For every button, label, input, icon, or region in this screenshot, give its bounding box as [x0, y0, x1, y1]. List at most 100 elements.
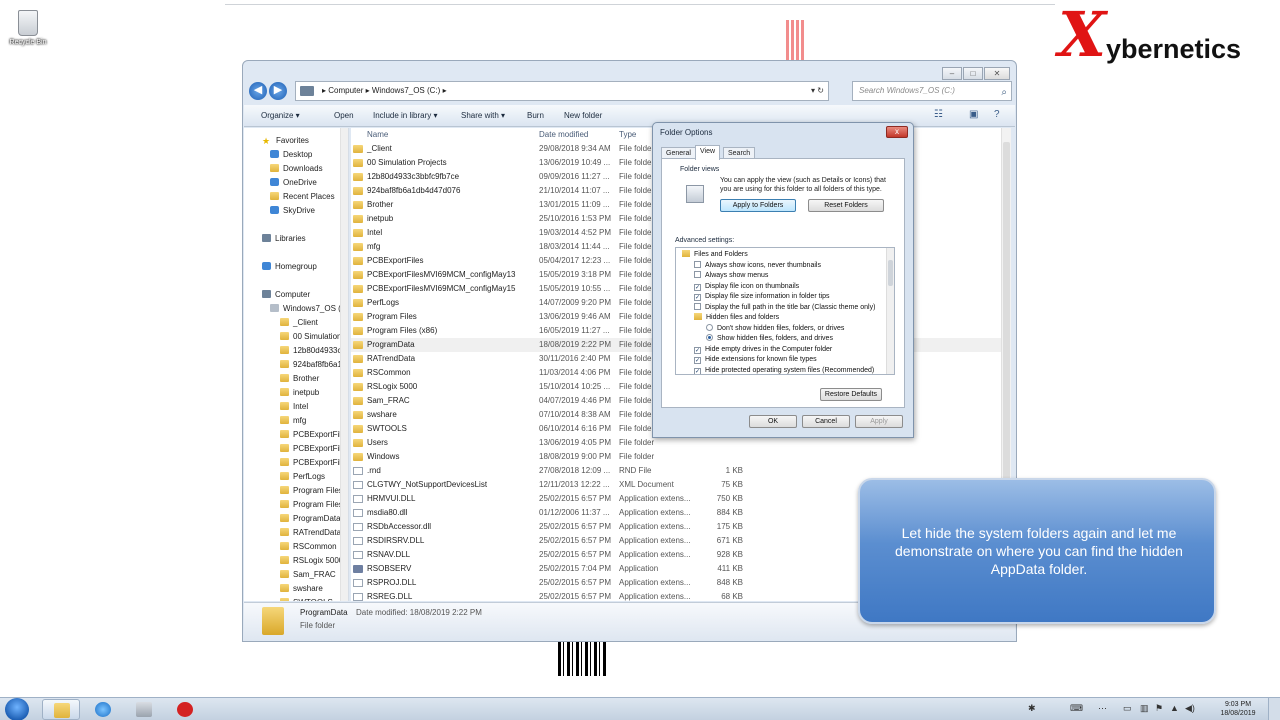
organize-button[interactable]: Organize ▾ [261, 111, 300, 120]
checkbox[interactable]: ✓ [694, 294, 701, 301]
tab-view[interactable]: View [695, 145, 721, 160]
nav-tree-item[interactable]: Sam_FRAC [280, 568, 336, 581]
setting-row[interactable]: ✓ Hide extensions for known file types [694, 355, 817, 365]
nav-tree-item[interactable]: PCBExportFiles [280, 442, 348, 455]
nav-libraries[interactable]: Libraries [262, 232, 306, 245]
nav-tree-item[interactable]: Program Files [280, 484, 343, 497]
radio-button[interactable] [706, 334, 713, 341]
apply-to-folders-button[interactable]: Apply to Folders [720, 199, 796, 212]
nav-tree-item[interactable]: swshare [280, 582, 323, 595]
recycle-bin[interactable]: Recycle Bin [6, 10, 50, 46]
taskbar-red-app[interactable] [166, 699, 204, 720]
dialog-close-button[interactable]: x [886, 126, 908, 138]
nav-homegroup[interactable]: Homegroup [262, 260, 317, 273]
settings-scroll-thumb[interactable] [888, 260, 893, 286]
file-row[interactable]: Windows 18/08/2019 9:00 PM File folder [351, 450, 1005, 464]
search-icon[interactable]: ⌕ [1001, 84, 1007, 102]
radio-button[interactable] [706, 323, 713, 331]
nav-tree-item[interactable]: 12b80d4933c3b [280, 344, 348, 357]
preview-pane-icon[interactable]: ▣ [969, 109, 978, 120]
nav-tree-item[interactable]: Intel [280, 400, 308, 413]
setting-row[interactable]: Show hidden files, folders, and drives [706, 334, 833, 344]
nav-skydrive[interactable]: SkyDrive [270, 204, 315, 217]
tray-app-icon[interactable]: ✱ [1028, 703, 1036, 714]
taskbar-internet-explorer[interactable] [84, 699, 122, 720]
checkbox[interactable] [694, 302, 701, 310]
taskbar-tool[interactable] [125, 699, 163, 720]
address-bar[interactable]: ▸ Computer ▸ Windows7_OS (C:) ▸ ▾ ↻ [295, 81, 829, 101]
tray-more-icon[interactable]: ⋯ [1098, 703, 1107, 714]
checkbox[interactable] [694, 260, 701, 268]
column-type[interactable]: Type [619, 130, 636, 139]
checkbox[interactable]: ✓ [694, 346, 701, 354]
search-input[interactable]: Search Windows7_OS (C:) ⌕ [852, 81, 1012, 101]
setting-row[interactable]: ✓ Display file icon on thumbnails [694, 282, 799, 292]
burn-button[interactable]: Burn [527, 111, 544, 120]
taskbar-explorer[interactable] [42, 699, 80, 720]
nav-tree-item[interactable]: PerfLogs [280, 470, 325, 483]
file-row[interactable]: Users 13/06/2019 4:05 PM File folder [351, 436, 1005, 450]
nav-computer[interactable]: Computer [262, 288, 310, 301]
tray-usb-icon[interactable]: ▭ [1123, 703, 1132, 714]
tray-keyboard-icon[interactable]: ⌨ [1070, 703, 1083, 714]
nav-tree-item[interactable]: 924baf8fb6a1d [280, 358, 346, 371]
tray-network-icon[interactable]: ▥ [1140, 703, 1149, 714]
checkbox[interactable] [694, 271, 701, 278]
setting-row[interactable]: Always show menus [694, 271, 768, 281]
cancel-button[interactable]: Cancel [802, 415, 850, 428]
setting-row[interactable]: Always show icons, never thumbnails [694, 260, 821, 271]
nav-tree-item[interactable]: PCBExportFiles [280, 456, 348, 469]
new-folder-button[interactable]: New folder [564, 111, 602, 120]
tray-flag-icon[interactable]: ⚑ [1155, 703, 1163, 714]
checkbox[interactable]: ✓ [694, 357, 701, 364]
nav-drive[interactable]: Windows7_OS (C [270, 302, 347, 315]
nav-favorites[interactable]: ★ Favorites [262, 134, 309, 147]
nav-tree-item[interactable]: _Client [280, 316, 318, 329]
settings-scrollbar[interactable] [886, 248, 894, 374]
open-button[interactable]: Open [334, 111, 354, 120]
nav-tree-item[interactable]: RSCommon [280, 540, 337, 553]
checkbox[interactable]: ✓ [694, 283, 701, 291]
file-row[interactable]: .rnd 27/08/2018 12:09 ... RND File 1 KB [351, 464, 1005, 478]
checkbox[interactable]: ✓ [694, 367, 701, 374]
close-button[interactable]: ✕ [984, 67, 1010, 80]
navigation-scrollbar[interactable] [340, 128, 348, 601]
setting-row[interactable]: ✓ Hide protected operating system files (… [694, 366, 874, 374]
apply-button[interactable]: Apply [855, 415, 903, 428]
setting-row[interactable]: ✓ Display file size information in folder… [694, 292, 830, 302]
nav-tree-item[interactable]: inetpub [280, 386, 319, 399]
address-crumb-drive[interactable]: Windows7_OS (C:) [372, 86, 440, 95]
setting-row[interactable]: Hidden files and folders [694, 313, 779, 323]
setting-row[interactable]: ✓ Hide empty drives in the Computer folde… [694, 345, 832, 355]
nav-tree-item[interactable]: RATrendData [280, 526, 341, 539]
column-name[interactable]: Name [367, 130, 388, 139]
setting-row[interactable]: Don't show hidden files, folders, or dri… [706, 323, 844, 334]
share-with-button[interactable]: Share with ▾ [461, 111, 505, 120]
address-crumb-computer[interactable]: Computer [328, 86, 363, 95]
setting-row[interactable]: Files and Folders [682, 250, 748, 260]
clock[interactable]: 9:03 PM 18/08/2019 [1218, 700, 1258, 718]
address-refresh-icon[interactable]: ▾ ↻ [811, 82, 824, 100]
nav-downloads[interactable]: Downloads [270, 162, 323, 175]
view-options-icon[interactable]: ☷ [934, 109, 943, 120]
ok-button[interactable]: OK [749, 415, 797, 428]
restore-defaults-button[interactable]: Restore Defaults [820, 388, 882, 401]
nav-onedrive[interactable]: OneDrive [270, 176, 317, 189]
reset-folders-button[interactable]: Reset Folders [808, 199, 884, 212]
nav-desktop[interactable]: Desktop [270, 148, 312, 161]
nav-tree-item[interactable]: mfg [280, 414, 306, 427]
tray-volume-icon[interactable]: ◀) [1185, 703, 1195, 714]
start-button[interactable] [5, 698, 29, 720]
help-icon[interactable]: ? [994, 109, 1000, 120]
setting-row[interactable]: Display the full path in the title bar (… [694, 302, 875, 313]
column-date-modified[interactable]: Date modified [539, 130, 588, 139]
nav-recent-places[interactable]: Recent Places [270, 190, 335, 203]
nav-tree-item[interactable]: PCBExportFiles [280, 428, 348, 441]
tray-arrow-icon[interactable]: ▲ [1170, 703, 1179, 713]
maximize-button[interactable]: □ [963, 67, 983, 80]
forward-button[interactable]: ▶ [269, 82, 287, 100]
nav-tree-item[interactable]: SWTOOLS [280, 596, 333, 601]
nav-tree-item[interactable]: 00 Simulation P [280, 330, 348, 343]
minimize-button[interactable]: – [942, 67, 962, 80]
nav-tree-item[interactable]: Program Files ( [280, 498, 348, 511]
